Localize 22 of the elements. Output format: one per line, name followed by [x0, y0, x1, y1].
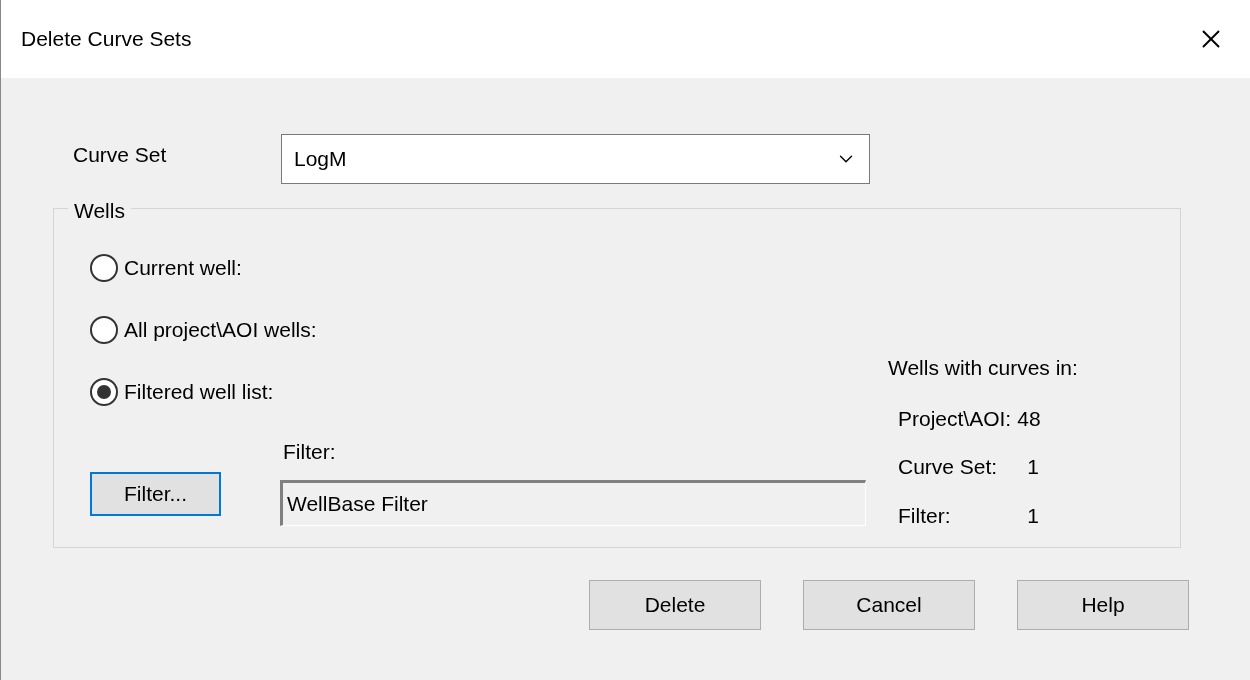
count-label: Curve Set:	[898, 454, 999, 480]
field-label: Curve Set	[72, 142, 168, 169]
radio-option[interactable]: All project\AOI wells:	[90, 316, 888, 344]
filter-field: WellBase Filter	[280, 479, 866, 526]
radio-option[interactable]: Filtered well list:	[90, 378, 888, 406]
filter-button[interactable]: Filter...	[90, 471, 221, 516]
dialog-button[interactable]: Delete	[589, 580, 761, 630]
count-value: 1	[1026, 454, 1040, 480]
window-title: Delete Curve Sets	[21, 26, 192, 53]
radio-button[interactable]	[90, 316, 118, 344]
count-value: 1	[1026, 502, 1040, 529]
filter-label: Filter:	[283, 439, 337, 465]
count-label: Project\AOI:	[898, 405, 1012, 432]
curve-set-dropdown[interactable]: LogM	[281, 134, 870, 184]
count-label: Filter:	[898, 502, 952, 529]
radio-option[interactable]: Current well:	[90, 254, 888, 282]
dialog-button[interactable]: Help	[1017, 580, 1189, 630]
radio-button[interactable]	[90, 254, 118, 282]
count-value: 48	[1017, 405, 1041, 432]
radio-button[interactable]	[90, 378, 118, 406]
dialog-button[interactable]: Cancel	[803, 580, 975, 630]
counts-title: Wells with curves in:	[888, 355, 1078, 381]
